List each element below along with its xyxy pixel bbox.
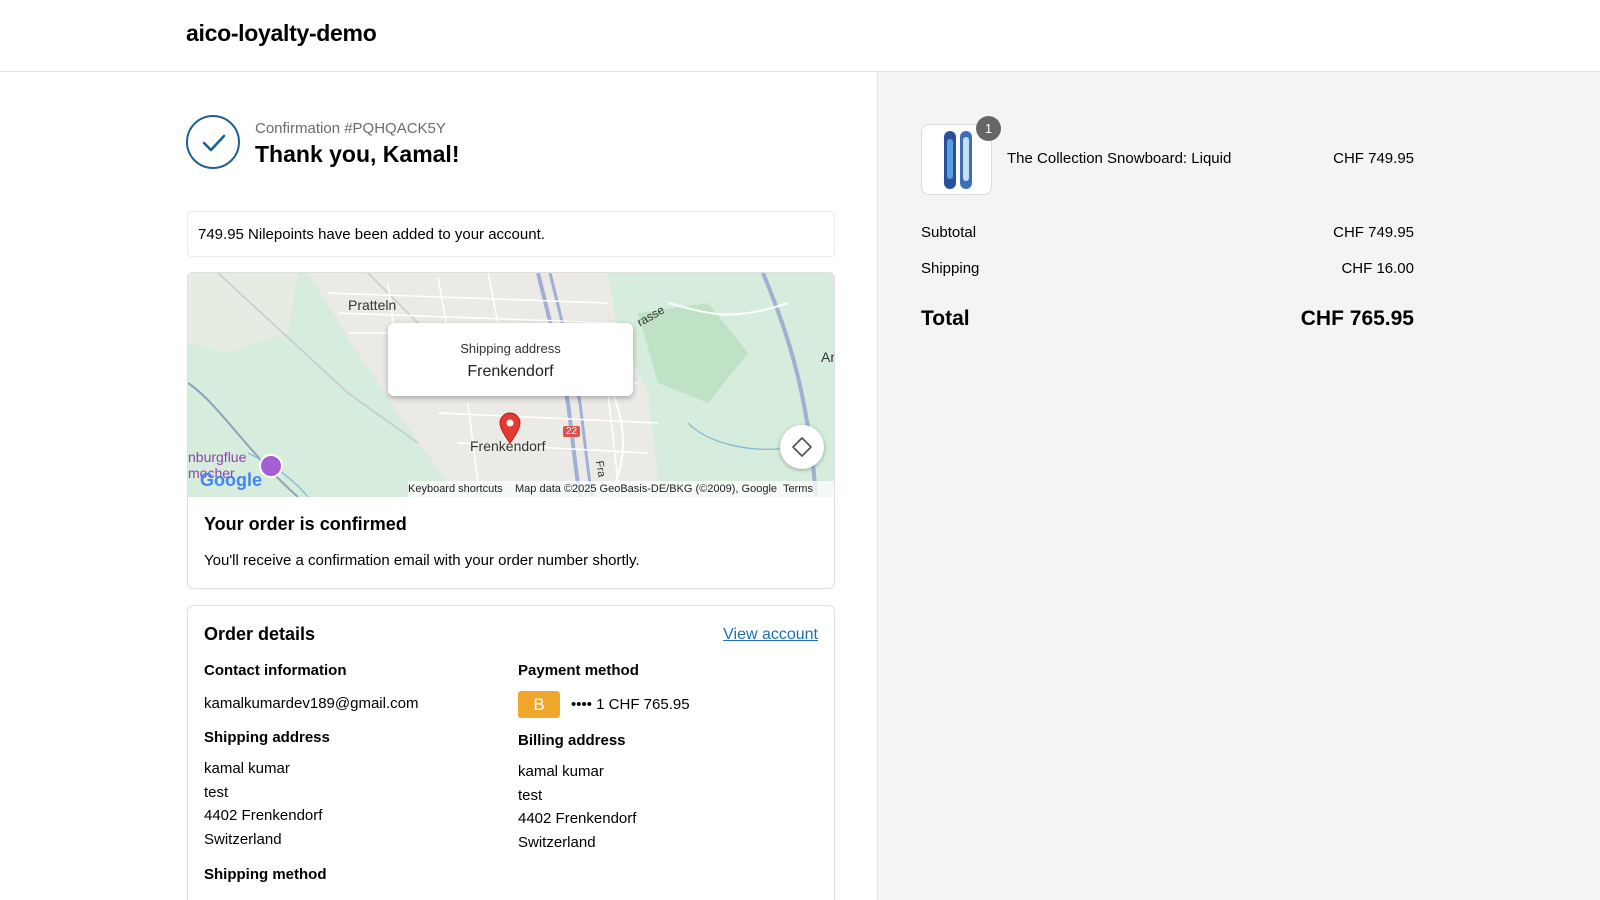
payment-heading: Payment method — [518, 662, 639, 679]
total-value: CHF 765.95 — [1300, 307, 1414, 330]
shipping-address: kamal kumar test 4402 Frenkendorf Switze… — [204, 757, 322, 851]
tooltip-place: Frenkendorf — [467, 363, 554, 380]
keyboard-shortcuts-link[interactable]: Keyboard shortcuts — [408, 483, 503, 495]
billing-address: kamal kumar test 4402 Frenkendorf Switze… — [518, 760, 636, 854]
recenter-button[interactable] — [780, 425, 824, 469]
quantity-badge: 1 — [976, 116, 1001, 141]
points-message: 749.95 Nilepoints have been added to you… — [187, 211, 835, 257]
billing-line: Switzerland — [518, 833, 596, 851]
contact-email: kamalkumardev189@gmail.com — [204, 695, 419, 712]
order-status-card: Pratteln rasse Ar Frenkendorf 22 nburgfl… — [187, 272, 835, 589]
map-pin-icon[interactable] — [498, 412, 522, 449]
payment-details: •••• 1 CHF 765.95 — [571, 696, 690, 713]
confirmation-number: Confirmation #PQHQACK5Y — [255, 120, 446, 137]
shipping-line: 4402 Frenkendorf — [204, 807, 323, 824]
google-logo: Google — [200, 470, 262, 491]
tooltip-title: Shipping address — [460, 341, 561, 356]
order-summary-panel — [877, 72, 1600, 900]
total-label: Total — [921, 307, 970, 330]
shipping-line: test — [204, 783, 229, 801]
map-tooltip: Shipping address Frenkendorf — [388, 323, 633, 396]
map-label-edge: Ar — [821, 349, 835, 365]
map-label-street: Fra — [592, 459, 608, 479]
checkmark-icon — [186, 115, 240, 169]
map-label-pratteln: Pratteln — [348, 297, 397, 313]
shipping-label: Shipping — [921, 260, 980, 277]
shipping-map[interactable]: Pratteln rasse Ar Frenkendorf 22 nburgfl… — [188, 273, 835, 497]
shipping-method-heading: Shipping method — [204, 866, 327, 883]
payment-brand-icon: B — [518, 691, 560, 718]
shipping-line: Switzerland — [204, 830, 282, 848]
billing-line: 4402 Frenkendorf — [518, 810, 637, 827]
subtotal-label: Subtotal — [921, 224, 977, 241]
page-title: Thank you, Kamal! — [255, 141, 460, 167]
view-account-link[interactable]: View account — [723, 626, 818, 644]
header: aico-loyalty-demo — [0, 0, 1600, 72]
order-confirmed-title: Your order is confirmed — [204, 514, 407, 534]
billing-line: kamal kumar — [518, 763, 604, 780]
shop-name[interactable]: aico-loyalty-demo — [186, 20, 377, 47]
map-data-attribution: Map data ©2025 GeoBasis-DE/BKG (©2009), … — [515, 483, 778, 495]
order-details-title: Order details — [204, 624, 316, 644]
route-badge: 22 — [563, 426, 581, 437]
shipping-value: CHF 16.00 — [1341, 260, 1414, 277]
order-confirmed-text: You'll receive a confirmation email with… — [204, 552, 640, 569]
shipping-address-heading: Shipping address — [204, 729, 330, 746]
billing-address-heading: Billing address — [518, 732, 626, 749]
map-label-poi: nburgflue — [188, 449, 247, 465]
google-logo-text: Google — [200, 470, 262, 490]
shipping-line: kamal kumar — [204, 760, 290, 777]
map-footer: Keyboard shortcuts Map data ©2025 GeoBas… — [408, 481, 834, 497]
order-details-card: Order details View account Contact infor… — [187, 605, 835, 900]
poi-camera-icon[interactable] — [259, 454, 283, 478]
terms-link[interactable]: Terms — [783, 483, 813, 495]
subtotal-value: CHF 749.95 — [1333, 224, 1414, 241]
product-name: The Collection Snowboard: Liquid — [1007, 150, 1232, 167]
billing-line: test — [518, 786, 543, 804]
contact-heading: Contact information — [204, 662, 347, 679]
product-price: CHF 749.95 — [1333, 150, 1414, 167]
